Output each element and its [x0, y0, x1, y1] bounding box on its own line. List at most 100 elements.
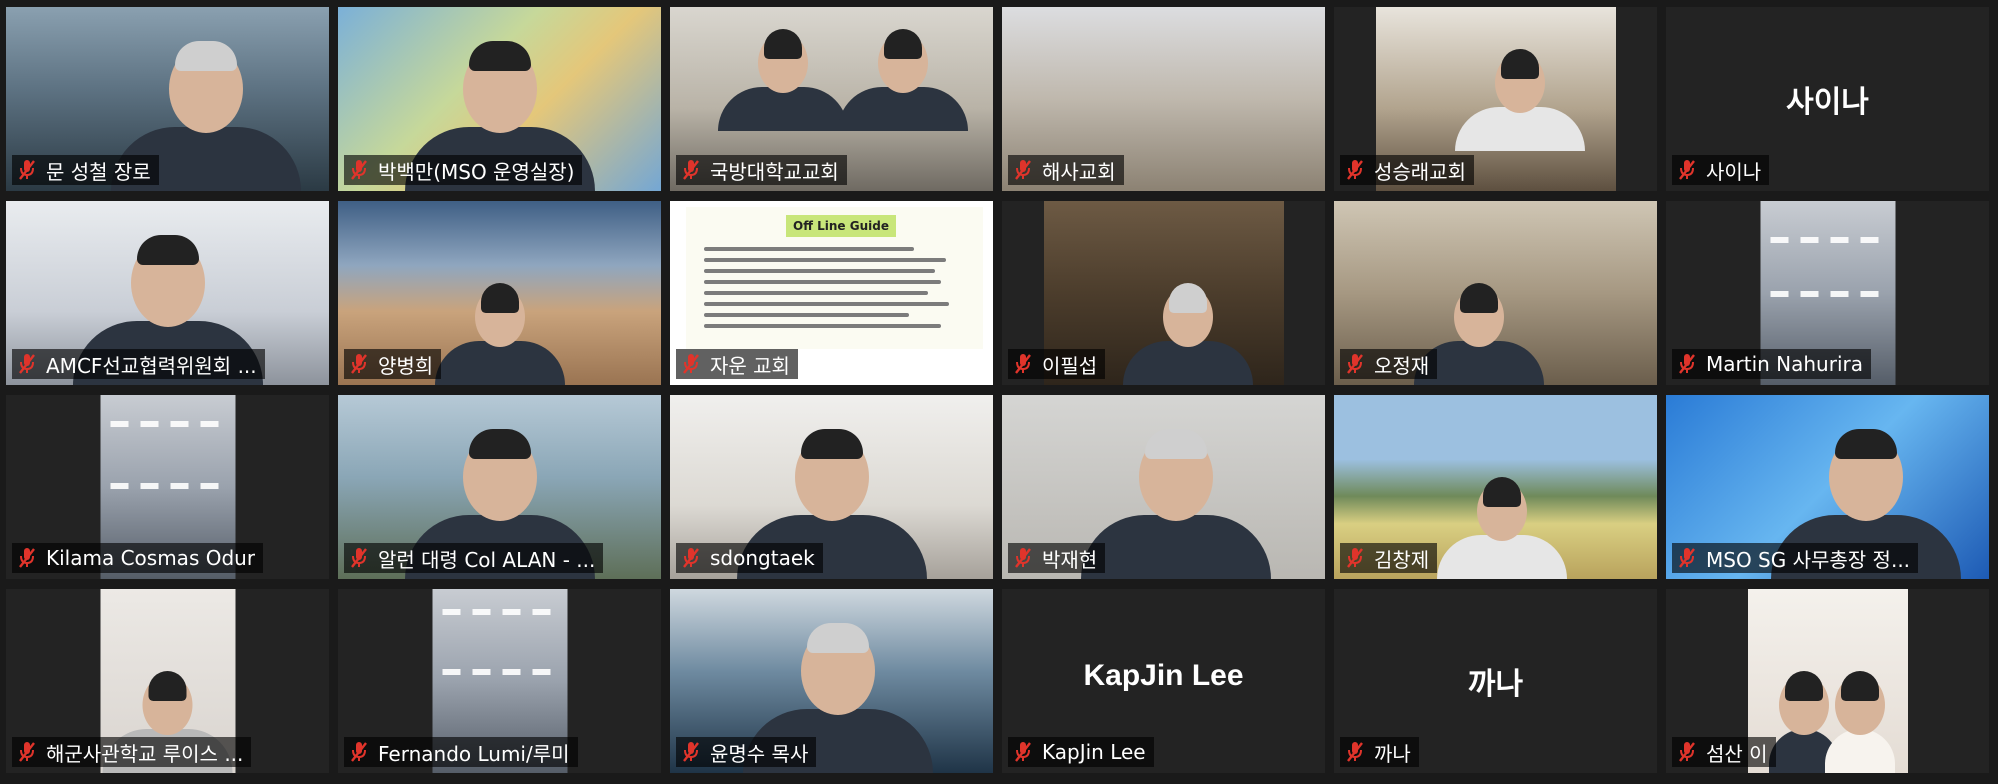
microphone-muted-icon: [1679, 354, 1695, 374]
microphone-muted-icon: [1347, 160, 1363, 180]
microphone-muted-icon: [1347, 742, 1363, 762]
participant-tile[interactable]: AMCF선교협력위원회 ...: [6, 201, 329, 385]
participant-nameplate: 오정재: [1340, 349, 1438, 379]
participant-nameplate: AMCF선교협력위원회 ...: [12, 349, 265, 379]
participant-name: 문 성철 장로: [46, 159, 151, 184]
participant-name: 알런 대령 Col ALAN - ...: [378, 547, 596, 572]
participant-tile[interactable]: 김창제: [1334, 395, 1657, 579]
microphone-muted-icon: [351, 354, 367, 374]
participant-tile[interactable]: Kilama Cosmas Odur: [6, 395, 329, 579]
participant-name: 해사교회: [1042, 159, 1116, 184]
participant-name: 섬산 이: [1706, 741, 1768, 766]
participant-tile[interactable]: 성승래교회: [1334, 7, 1657, 191]
slide-title: Off Line Guide: [786, 215, 896, 237]
participant-nameplate: sdongtaek: [676, 543, 823, 573]
participant-nameplate: 김창제: [1340, 543, 1438, 573]
participant-nameplate: 까나: [1340, 737, 1419, 767]
participant-name: 국방대학교교회: [710, 159, 839, 184]
participant-name: Kilama Cosmas Odur: [46, 546, 256, 570]
participant-tile[interactable]: 양병희: [338, 201, 661, 385]
participant-name: 이필섭: [1042, 353, 1098, 378]
participant-nameplate: 박재현: [1008, 543, 1106, 573]
microphone-muted-icon: [1679, 160, 1695, 180]
participant-tile[interactable]: KapJin Lee KapJin Lee: [1002, 589, 1325, 773]
participant-nameplate: Fernando Lumi/루미: [344, 737, 578, 767]
participant-nameplate: 해사교회: [1008, 155, 1124, 185]
participant-name: 해군사관학교 루이스 ...: [46, 741, 244, 766]
participant-nameplate: 알런 대령 Col ALAN - ...: [344, 543, 604, 573]
participant-display-name: 까나: [1467, 668, 1524, 701]
participant-name: Fernando Lumi/루미: [378, 741, 570, 766]
participant-nameplate: 박백만(MSO 운영실장): [344, 155, 583, 185]
microphone-muted-icon: [19, 354, 35, 374]
microphone-muted-icon: [351, 160, 367, 180]
participant-name: 윤명수 목사: [710, 741, 809, 766]
microphone-muted-icon: [1015, 742, 1031, 762]
participant-name: 사이나: [1706, 159, 1762, 184]
microphone-muted-icon: [1015, 548, 1031, 568]
participant-tile[interactable]: 문 성철 장로: [6, 7, 329, 191]
participant-tile[interactable]: 박백만(MSO 운영실장): [338, 7, 661, 191]
participant-tile[interactable]: 국방대학교교회: [670, 7, 993, 191]
participant-tile[interactable]: Off Line Guide 자운 교회: [670, 201, 993, 385]
participant-nameplate: 문 성철 장로: [12, 155, 159, 185]
microphone-muted-icon: [19, 548, 35, 568]
participant-name: 양병희: [378, 353, 434, 378]
participant-tile[interactable]: 까나 까나: [1334, 589, 1657, 773]
participant-tile[interactable]: 박재현: [1002, 395, 1325, 579]
microphone-muted-icon: [1015, 354, 1031, 374]
participant-tile[interactable]: Martin Nahurira: [1666, 201, 1989, 385]
participant-tile[interactable]: Fernando Lumi/루미: [338, 589, 661, 773]
participant-tile[interactable]: 오정재: [1334, 201, 1657, 385]
microphone-muted-icon: [1015, 160, 1031, 180]
participant-tile[interactable]: 해사교회: [1002, 7, 1325, 191]
participant-name: Martin Nahurira: [1706, 352, 1863, 376]
microphone-muted-icon: [683, 354, 699, 374]
participant-name: AMCF선교협력위원회 ...: [46, 353, 257, 378]
participant-tile[interactable]: 섬산 이: [1666, 589, 1989, 773]
participant-name: sdongtaek: [710, 546, 815, 570]
participant-nameplate: 섬산 이: [1672, 737, 1776, 767]
participant-display-name: KapJin Lee: [1083, 659, 1244, 692]
participant-tile[interactable]: 알런 대령 Col ALAN - ...: [338, 395, 661, 579]
microphone-muted-icon: [19, 160, 35, 180]
participant-name: 오정재: [1374, 353, 1430, 378]
participant-name: 성승래교회: [1374, 159, 1466, 184]
slide-page: Off Line Guide: [686, 207, 983, 349]
participant-tile[interactable]: 윤명수 목사: [670, 589, 993, 773]
participant-nameplate: 이필섭: [1008, 349, 1106, 379]
microphone-muted-icon: [1679, 548, 1695, 568]
participant-name: 박재현: [1042, 547, 1098, 572]
participant-tile[interactable]: MSO SG 사무총장 정...: [1666, 395, 1989, 579]
participant-name: 까나: [1374, 741, 1411, 766]
participant-name: 김창제: [1374, 547, 1430, 572]
microphone-muted-icon: [19, 742, 35, 762]
participant-nameplate: Kilama Cosmas Odur: [12, 543, 264, 573]
participant-nameplate: KapJin Lee: [1008, 737, 1154, 767]
participant-nameplate: 양병희: [344, 349, 442, 379]
participant-name: KapJin Lee: [1042, 740, 1146, 764]
microphone-muted-icon: [351, 548, 367, 568]
microphone-muted-icon: [683, 160, 699, 180]
participant-nameplate: 해군사관학교 루이스 ...: [12, 737, 252, 767]
participant-tile[interactable]: 이필섭: [1002, 201, 1325, 385]
participant-tile[interactable]: 해군사관학교 루이스 ...: [6, 589, 329, 773]
participant-name: 자운 교회: [710, 353, 790, 378]
participant-name: 박백만(MSO 운영실장): [378, 159, 575, 184]
microphone-muted-icon: [1679, 742, 1695, 762]
microphone-muted-icon: [683, 548, 699, 568]
participant-nameplate: Martin Nahurira: [1672, 349, 1871, 379]
participant-nameplate: 윤명수 목사: [676, 737, 817, 767]
participant-nameplate: MSO SG 사무총장 정...: [1672, 543, 1919, 573]
participant-nameplate: 국방대학교교회: [676, 155, 847, 185]
participant-nameplate: 성승래교회: [1340, 155, 1474, 185]
microphone-muted-icon: [683, 742, 699, 762]
participant-nameplate: 사이나: [1672, 155, 1770, 185]
participant-name: MSO SG 사무총장 정...: [1706, 547, 1911, 572]
participant-nameplate: 자운 교회: [676, 349, 798, 379]
slide-text-lines: [704, 247, 967, 335]
participant-tile[interactable]: sdongtaek: [670, 395, 993, 579]
microphone-muted-icon: [351, 742, 367, 762]
microphone-muted-icon: [1347, 354, 1363, 374]
participant-tile[interactable]: 사이나 사이나: [1666, 7, 1989, 191]
